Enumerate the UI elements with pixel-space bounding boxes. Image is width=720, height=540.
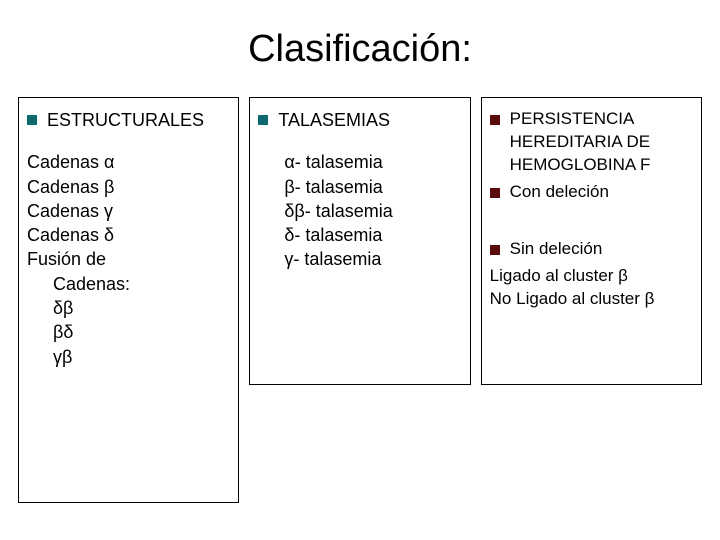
heading-text: PERSISTENCIA HEREDITARIA DE HEMOGLOBINA … <box>510 108 693 177</box>
square-bullet-icon <box>490 245 500 255</box>
square-bullet-icon <box>490 115 500 125</box>
column-estructurales: ESTRUCTURALES Cadenas α Cadenas β Cadena… <box>18 97 239 503</box>
heading-row: TALASEMIAS <box>258 108 461 132</box>
body-lines: Cadenas α Cadenas β Cadenas γ Cadenas δ … <box>27 150 230 369</box>
columns-wrapper: ESTRUCTURALES Cadenas α Cadenas β Cadena… <box>16 97 704 503</box>
fusion-label: Fusión de <box>27 247 230 271</box>
body-lines: α- talasemia β- talasemia δβ- talasemia … <box>258 150 461 271</box>
column-persistencia: PERSISTENCIA HEREDITARIA DE HEMOGLOBINA … <box>481 97 702 385</box>
list-item: δ- talasemia <box>284 223 461 247</box>
heading-text: ESTRUCTURALES <box>47 108 204 132</box>
list-item: β- talasemia <box>284 175 461 199</box>
fusion-item: γβ <box>27 345 230 369</box>
list-item: γ- talasemia <box>284 247 461 271</box>
fusion-item: βδ <box>27 320 230 344</box>
list-item: Cadenas α <box>27 150 230 174</box>
list-item: δβ- talasemia <box>284 199 461 223</box>
square-bullet-icon <box>27 115 37 125</box>
sin-delecion: Sin deleción <box>510 238 603 261</box>
ligado-1: Ligado al cluster β <box>490 265 693 288</box>
con-delecion: Con deleción <box>510 181 609 204</box>
column-talasemias: TALASEMIAS α- talasemia β- talasemia δβ-… <box>249 97 470 385</box>
ligado-2: No Ligado al cluster β <box>490 288 693 311</box>
fusion-sub: Cadenas: <box>27 272 230 296</box>
list-item: α- talasemia <box>284 150 461 174</box>
heading-text: TALASEMIAS <box>278 108 390 132</box>
list-item: Cadenas γ <box>27 199 230 223</box>
square-bullet-icon <box>258 115 268 125</box>
slide-title: Clasificación: <box>16 28 704 71</box>
sin-delecion-row: Sin deleción <box>490 238 693 261</box>
con-delecion-row: Con deleción <box>490 181 693 204</box>
heading-row: PERSISTENCIA HEREDITARIA DE HEMOGLOBINA … <box>490 108 693 177</box>
list-item: Cadenas β <box>27 175 230 199</box>
slide: Clasificación: ESTRUCTURALES Cadenas α C… <box>0 0 720 540</box>
fusion-item: δβ <box>27 296 230 320</box>
list-item: Cadenas δ <box>27 223 230 247</box>
heading-row: ESTRUCTURALES <box>27 108 230 132</box>
square-bullet-icon <box>490 188 500 198</box>
